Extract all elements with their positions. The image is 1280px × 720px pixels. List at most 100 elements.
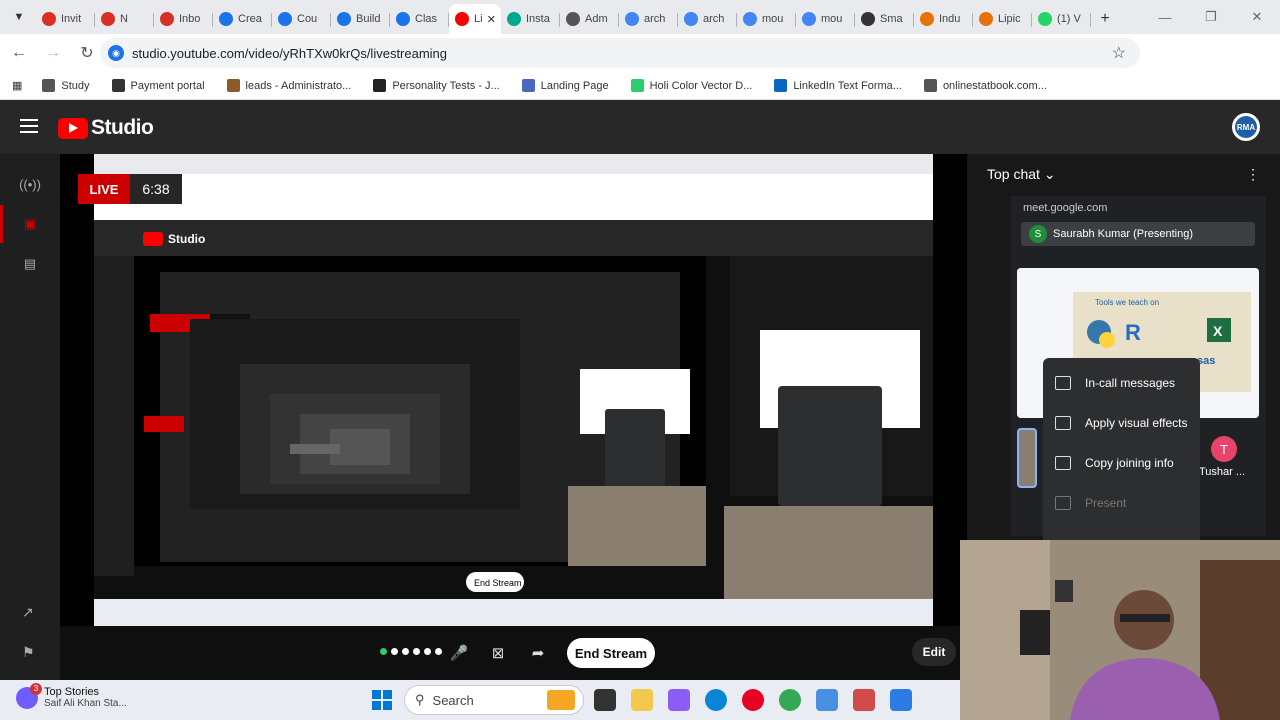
calendar-icon[interactable]: ▤ bbox=[18, 252, 42, 276]
site-info-icon[interactable]: ◉ bbox=[108, 45, 124, 61]
file-explorer-icon[interactable] bbox=[631, 689, 653, 711]
bookmark-item[interactable]: Holi Color Vector D... bbox=[630, 79, 752, 92]
paint-icon[interactable] bbox=[890, 689, 912, 711]
chrome-icon[interactable] bbox=[779, 689, 801, 711]
tab-label: Adm bbox=[585, 13, 608, 25]
stream-broadcast-icon[interactable]: ((•)) bbox=[18, 172, 42, 196]
menu-in-call-messages[interactable]: In-call messages bbox=[1055, 376, 1175, 390]
search-highlight-icon bbox=[547, 690, 575, 710]
browser-tab[interactable]: arch bbox=[678, 4, 737, 34]
taskbar-search[interactable]: ⚲ Search bbox=[404, 685, 584, 715]
tab-label: Insta bbox=[526, 13, 550, 25]
youtube-icon bbox=[455, 12, 469, 26]
camera-icon[interactable]: ▣ bbox=[18, 212, 42, 236]
browser-tab[interactable]: Crea bbox=[213, 4, 272, 34]
browser-tab[interactable]: Adm bbox=[560, 4, 619, 34]
browser-tab[interactable]: Inbo bbox=[154, 4, 213, 34]
snipping-tool-icon[interactable] bbox=[853, 689, 875, 711]
browser-tab[interactable]: mou bbox=[796, 4, 855, 34]
meet-context-menu: In-call messages Apply visual effects Co… bbox=[1043, 358, 1200, 548]
bookmark-item[interactable]: Study bbox=[42, 79, 90, 92]
share-icon[interactable]: ➦ bbox=[528, 643, 548, 663]
bookmark-item[interactable]: onlinestatbook.com... bbox=[923, 79, 1047, 92]
participant-name: Tushar ... bbox=[1199, 466, 1246, 478]
rail-active-indicator bbox=[0, 205, 3, 243]
bookmark-item[interactable]: LinkedIn Text Forma... bbox=[774, 79, 902, 92]
microphone-icon[interactable]: 🎤 bbox=[449, 643, 469, 663]
task-view-icon[interactable] bbox=[594, 689, 616, 711]
browser-tab[interactable]: Insta bbox=[501, 4, 560, 34]
browser-tab[interactable]: Sma bbox=[855, 4, 914, 34]
youtube-play-icon bbox=[58, 117, 88, 139]
bookmark-item[interactable]: leads - Administrato... bbox=[226, 79, 351, 92]
omnibox[interactable]: ◉ studio.youtube.com/video/yRhTXw0krQs/l… bbox=[100, 38, 1140, 68]
tab-search-dropdown-icon[interactable]: ▼ bbox=[8, 6, 30, 28]
reload-button[interactable]: ↻ bbox=[72, 38, 102, 68]
browser-tab[interactable]: Clas bbox=[390, 4, 449, 34]
end-stream-button[interactable]: End Stream bbox=[567, 638, 655, 668]
google-icon bbox=[684, 12, 698, 26]
maximize-icon[interactable]: ❐ bbox=[1188, 0, 1234, 34]
notepad-icon[interactable] bbox=[816, 689, 838, 711]
top-chat-dropdown[interactable]: Top chat ⌄ bbox=[987, 166, 1056, 183]
browser-tab[interactable]: Li ✕ bbox=[449, 4, 501, 34]
browser-tab[interactable]: (1) V bbox=[1032, 4, 1091, 34]
hamburger-menu-icon[interactable] bbox=[20, 119, 38, 133]
copilot-icon[interactable] bbox=[668, 689, 690, 711]
instatext-icon bbox=[507, 12, 521, 26]
stories-title: Top Stories bbox=[44, 686, 100, 698]
browser-tab[interactable]: Cou bbox=[272, 4, 331, 34]
new-tab-button[interactable]: + bbox=[1091, 4, 1119, 34]
close-window-icon[interactable]: ✕ bbox=[1234, 0, 1280, 34]
bookmark-item[interactable]: Personality Tests - J... bbox=[373, 79, 500, 92]
tab-label: Build bbox=[356, 13, 381, 25]
forward-button[interactable]: → bbox=[38, 38, 68, 68]
bookmark-item[interactable]: Landing Page bbox=[521, 79, 609, 92]
menu-copy-joining-info[interactable]: Copy joining info bbox=[1055, 456, 1174, 470]
apps-grid-icon[interactable]: ▦ bbox=[12, 79, 22, 92]
menu-present[interactable]: Present bbox=[1055, 496, 1126, 510]
browser-tab[interactable]: Lipic bbox=[973, 4, 1032, 34]
browser-tab[interactable]: Indu bbox=[914, 4, 973, 34]
close-tab-icon[interactable]: ✕ bbox=[487, 13, 496, 26]
copy-icon bbox=[1055, 456, 1071, 470]
menu-apply-visual-effects[interactable]: Apply visual effects bbox=[1055, 416, 1188, 430]
top-stories-widget[interactable]: 3 Top Stories Saif Ali Khan Sta... bbox=[16, 682, 127, 709]
chevron-down-icon: ⌄ bbox=[1043, 166, 1056, 182]
browser-tab[interactable]: Invit bbox=[36, 4, 95, 34]
back-button[interactable]: ← bbox=[4, 38, 34, 68]
c-icon bbox=[396, 12, 410, 26]
youtube-studio-logo[interactable]: Studio bbox=[58, 116, 154, 140]
bookmark-label: LinkedIn Text Forma... bbox=[793, 79, 902, 92]
browser-tab[interactable]: N bbox=[95, 4, 154, 34]
tab-label: Sma bbox=[880, 13, 903, 25]
slide-title: Tools we teach on bbox=[1095, 298, 1160, 307]
google-icon bbox=[743, 12, 757, 26]
browser-tab[interactable]: arch bbox=[619, 4, 678, 34]
edge-icon[interactable] bbox=[705, 689, 727, 711]
screen-off-icon[interactable]: ⊠ bbox=[488, 643, 508, 663]
tab-label: Li bbox=[474, 13, 483, 25]
browser-tab[interactable]: mou bbox=[737, 4, 796, 34]
admin-icon bbox=[566, 12, 580, 26]
edit-button[interactable]: Edit bbox=[912, 638, 956, 666]
search-icon: ⚲ bbox=[415, 692, 425, 707]
minimize-icon[interactable]: — bbox=[1142, 0, 1188, 34]
browser-tab[interactable]: Build bbox=[331, 4, 390, 34]
e-icon bbox=[979, 12, 993, 26]
channel-avatar[interactable]: RMA bbox=[1232, 113, 1260, 141]
bookmarks-container: Study Payment portal leads - Administrato.… bbox=[42, 79, 1068, 92]
opera-icon[interactable] bbox=[742, 689, 764, 711]
windows-taskbar: 3 Top Stories Saif Ali Khan Sta... ⚲ Sea… bbox=[0, 680, 960, 720]
chat-more-icon[interactable]: ⋮ bbox=[1246, 166, 1260, 183]
windows-start-icon[interactable] bbox=[372, 690, 392, 710]
bookmark-item[interactable]: Payment portal bbox=[111, 79, 205, 92]
feedback-icon[interactable]: ⚑ bbox=[22, 644, 35, 661]
tab-label: (1) V bbox=[1057, 13, 1081, 25]
bookmark-star-icon[interactable]: ☆ bbox=[1112, 43, 1126, 63]
leads-icon bbox=[226, 79, 240, 92]
studio-logo-text: Studio bbox=[91, 116, 154, 139]
tab-label: Inbo bbox=[179, 13, 201, 25]
share-out-icon[interactable]: ↗ bbox=[22, 604, 34, 621]
present-icon bbox=[1055, 496, 1071, 510]
